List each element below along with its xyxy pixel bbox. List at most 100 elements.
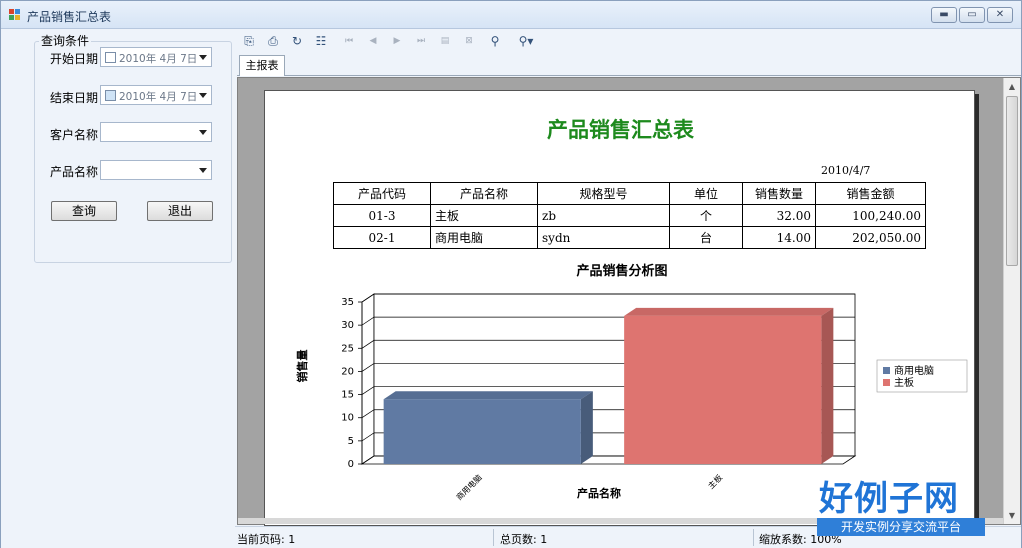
main-window: 产品销售汇总表 ▬ ▭ ✕ 查询条件 开始日期 2010年 4月 7日 结束日期… — [0, 0, 1022, 548]
chevron-down-icon[interactable] — [199, 55, 207, 60]
table-cell: 100,240.00 — [815, 204, 926, 227]
table-row: 01-3 主板 zb 个 32.00 100,240.00 — [333, 204, 926, 227]
chart-legend-label: 商用电脑 — [894, 364, 934, 377]
first-page-icon[interactable]: ⏮ — [341, 34, 357, 48]
maximize-icon: ▭ — [967, 9, 977, 20]
end-date-picker[interactable]: 2010年 4月 7日 — [100, 85, 212, 105]
product-label: 产品名称 — [50, 165, 99, 179]
chart-y-tick-label: 15 — [341, 390, 354, 401]
report-title: 产品销售汇总表 — [547, 117, 694, 142]
product-combo[interactable] — [100, 160, 212, 180]
chevron-down-icon[interactable] — [199, 130, 207, 135]
chart-y-tick-label: 0 — [348, 459, 354, 470]
status-separator — [753, 529, 754, 546]
chart-x-tick-label: 商用电脑 — [454, 472, 484, 502]
query-button[interactable]: 查询 — [51, 201, 117, 221]
table-cell: sydn — [537, 226, 670, 249]
column-header: 单位 — [669, 182, 743, 205]
query-groupbox — [34, 41, 232, 263]
zoom-icon[interactable]: ⚲▾ — [513, 34, 539, 48]
column-header: 销售数量 — [742, 182, 816, 205]
brand-logo: 好例子网 — [819, 479, 959, 519]
status-separator — [493, 529, 494, 546]
minimize-button[interactable]: ▬ — [931, 7, 957, 23]
print-icon[interactable]: ⎙ — [265, 34, 281, 48]
end-date-label: 结束日期 — [50, 91, 99, 105]
chart-x-label: 产品名称 — [577, 486, 621, 500]
chart-legend-swatch — [883, 379, 890, 386]
end-date-checkbox[interactable] — [105, 90, 116, 101]
chart-title: 产品销售分析图 — [576, 263, 667, 279]
chart-legend-swatch — [883, 367, 890, 374]
table-cell: 个 — [669, 204, 743, 227]
group-title: 查询条件 — [39, 32, 92, 49]
start-date-label: 开始日期 — [50, 52, 99, 66]
window-title: 产品销售汇总表 — [27, 10, 112, 24]
column-header: 产品名称 — [430, 182, 538, 205]
customer-combo[interactable] — [100, 122, 212, 142]
report-page: 产品销售汇总表 2010/4/7 产品代码 产品名称 规格型号 单位 销售数量 … — [264, 90, 975, 526]
page-shadow — [975, 94, 979, 524]
stop-icon[interactable]: ⊠ — [461, 34, 477, 48]
column-header: 销售金额 — [815, 182, 926, 205]
maximize-button[interactable]: ▭ — [959, 7, 985, 23]
group-tree-icon[interactable]: ☷ — [313, 34, 329, 48]
last-page-icon[interactable]: ⏭ — [413, 34, 429, 48]
close-button[interactable]: ✕ — [987, 7, 1013, 23]
customer-label: 客户名称 — [50, 128, 99, 142]
chevron-down-icon[interactable] — [199, 93, 207, 98]
chart-y-tick-label: 30 — [341, 320, 354, 331]
refresh-icon[interactable]: ↻ — [289, 34, 305, 48]
next-page-icon[interactable]: ▶ — [389, 34, 405, 48]
chart-x-tick-label: 主板 — [706, 472, 724, 490]
table-cell: 主板 — [430, 204, 538, 227]
chart-y-axis: 0 5 10 15 20 25 30 35 — [341, 297, 363, 470]
title-bar: 产品销售汇总表 ▬ ▭ ✕ — [1, 1, 1021, 29]
chart-bar-side — [821, 307, 834, 464]
table-cell: 02-1 — [333, 226, 431, 249]
chevron-down-icon[interactable] — [199, 168, 207, 173]
tab-strip: 主报表 — [237, 53, 1021, 76]
chart-bar — [383, 399, 581, 464]
app-icon — [9, 9, 21, 21]
exit-button[interactable]: 退出 — [147, 201, 213, 221]
goto-page-icon[interactable]: ▤ — [437, 34, 453, 48]
search-icon[interactable]: ⚲ — [487, 34, 503, 48]
report-date: 2010/4/7 — [821, 164, 871, 177]
start-date-picker[interactable]: 2010年 4月 7日 — [100, 47, 212, 67]
chart-bar-side — [580, 391, 593, 464]
scroll-down-icon[interactable]: ▼ — [1004, 507, 1020, 524]
table-cell: 14.00 — [742, 226, 816, 249]
chart-side-wall — [361, 293, 375, 465]
chart-y-tick-label: 20 — [341, 366, 354, 377]
table-cell: 32.00 — [742, 204, 816, 227]
export-icon[interactable]: ⎘ — [241, 34, 257, 48]
end-date-value: 2010年 4月 7日 — [119, 91, 198, 103]
chart-legend-label: 主板 — [894, 376, 914, 389]
chart-y-tick-label: 5 — [348, 436, 354, 447]
column-header: 规格型号 — [537, 182, 670, 205]
vertical-scrollbar[interactable]: ▲ ▼ — [1003, 78, 1020, 524]
chart-y-tick-label: 10 — [341, 413, 354, 424]
report-table: 产品代码 产品名称 规格型号 单位 销售数量 销售金额 01-3 主板 zb 个 — [333, 182, 926, 249]
report-viewer: 产品销售汇总表 2010/4/7 产品代码 产品名称 规格型号 单位 销售数量 … — [237, 77, 1021, 526]
table-cell: 商用电脑 — [430, 226, 538, 249]
scroll-thumb[interactable] — [1006, 96, 1018, 266]
scroll-up-icon[interactable]: ▲ — [1004, 78, 1020, 95]
chart-bar-top — [383, 391, 593, 400]
table-cell: zb — [537, 204, 670, 227]
table-cell: 202,050.00 — [815, 226, 926, 249]
chart-bar-top — [624, 307, 834, 316]
column-header: 产品代码 — [333, 182, 431, 205]
prev-page-icon[interactable]: ◀ — [365, 34, 381, 48]
chart-legend: 商用电脑主板 — [876, 359, 968, 393]
current-page-status: 当前页码: 1 — [237, 533, 296, 546]
close-icon: ✕ — [995, 9, 1005, 20]
minimize-icon: ▬ — [939, 9, 949, 20]
query-panel: 查询条件 开始日期 2010年 4月 7日 结束日期 2010年 4月 7日 客… — [1, 30, 235, 548]
start-date-checkbox[interactable] — [105, 52, 116, 63]
chart-y-tick-label: 35 — [341, 297, 354, 308]
table-cell: 台 — [669, 226, 743, 249]
tab-main-report[interactable]: 主报表 — [239, 55, 285, 76]
chart-y-tick-label: 25 — [341, 343, 354, 354]
